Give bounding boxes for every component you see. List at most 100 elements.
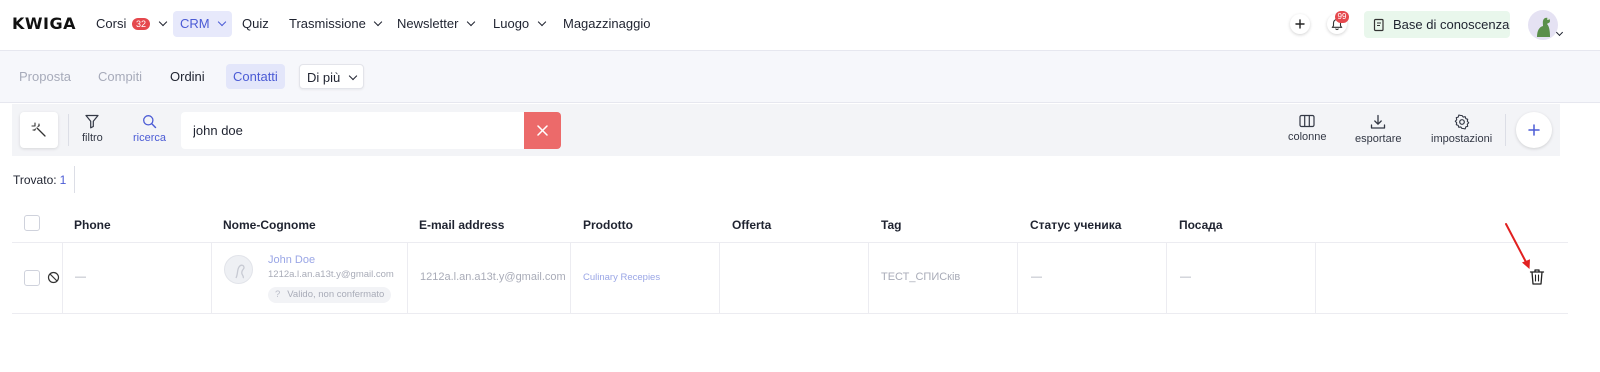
contacts-toolbar: filtro ricerca colonne esportare imposta… xyxy=(12,104,1560,156)
table-row-divider xyxy=(12,313,1568,314)
table-row-divider xyxy=(12,242,1568,243)
search-input[interactable] xyxy=(181,112,525,149)
columns-button[interactable]: colonne xyxy=(1288,114,1327,143)
chevron-down-icon xyxy=(537,17,547,27)
column-header-phone[interactable]: Phone xyxy=(74,218,111,232)
nav-item-label: Quiz xyxy=(242,16,269,31)
top-navigation-bar: KWIGA Corsi 32 CRM Quiz Trasmissione New… xyxy=(0,0,1600,51)
nav-item-label: Newsletter xyxy=(397,16,459,31)
toolbar-divider xyxy=(1505,114,1506,146)
chevron-down-icon xyxy=(374,17,383,27)
app-logo[interactable]: KWIGA xyxy=(12,14,76,33)
smart-actions-button[interactable] xyxy=(20,112,58,148)
cell-phone: — xyxy=(75,271,86,283)
results-count-label: Trovato: xyxy=(13,173,57,187)
search-label: ricerca xyxy=(133,132,167,144)
knowledge-base-button[interactable]: Base di conoscenza xyxy=(1364,11,1510,38)
nav-item-label: Corsi xyxy=(96,16,127,31)
subnav-item-ordini[interactable]: Ordini xyxy=(163,64,212,89)
red-arrow-annotation-icon xyxy=(1505,223,1530,269)
column-header-name[interactable]: Nome-Cognome xyxy=(223,218,316,232)
nav-item-corsi[interactable]: Corsi 32 xyxy=(89,11,173,37)
cell-student-status: — xyxy=(1031,271,1042,283)
email-verification-badge: ? Valido, non confermato xyxy=(268,287,392,303)
filter-icon xyxy=(85,114,99,129)
export-label: esportare xyxy=(1355,133,1402,145)
column-header-tag[interactable]: Tag xyxy=(881,218,901,232)
verification-status: Valido, non confermato xyxy=(287,289,385,300)
settings-label: impostazioni xyxy=(1431,133,1493,145)
cell-product-link[interactable]: Culinary Recepies xyxy=(583,272,660,283)
contact-secondary-email: 1212a.l.an.a13t.y@gmail.com xyxy=(268,269,394,280)
add-contact-button[interactable] xyxy=(1516,112,1552,148)
search-button[interactable]: ricerca xyxy=(133,114,166,144)
subnav-more-label: Di più xyxy=(307,70,341,85)
dinosaur-avatar-icon xyxy=(1537,17,1550,37)
book-icon xyxy=(1373,18,1384,31)
cell-divider xyxy=(719,243,720,313)
clear-search-button[interactable] xyxy=(524,112,561,149)
chevron-down-icon xyxy=(158,17,167,27)
blocked-icon[interactable] xyxy=(47,271,60,284)
column-header-offer[interactable]: Offerta xyxy=(732,218,771,232)
contact-avatar xyxy=(224,255,253,284)
nav-item-trasmissione[interactable]: Trasmissione xyxy=(282,11,388,37)
plus-icon xyxy=(1528,124,1540,136)
chevron-down-icon xyxy=(1555,28,1564,37)
magic-wand-icon xyxy=(31,122,46,137)
question-icon: ? xyxy=(275,289,281,300)
nav-item-luogo[interactable]: Luogo xyxy=(486,11,552,37)
cell-divider xyxy=(1166,243,1167,313)
chevron-down-icon xyxy=(466,17,476,27)
export-button[interactable]: esportare xyxy=(1355,114,1401,145)
cell-tag: ТЕСТ_СПИСків xyxy=(881,271,961,283)
nav-item-label: Luogo xyxy=(493,16,530,31)
nav-item-label: Trasmissione xyxy=(289,16,366,31)
cell-divider xyxy=(62,243,63,313)
nav-item-label: CRM xyxy=(180,16,210,31)
results-count: Trovato: 1 xyxy=(13,173,66,187)
columns-label: colonne xyxy=(1288,131,1327,143)
column-header-position[interactable]: Посада xyxy=(1179,218,1223,232)
download-icon xyxy=(1371,114,1386,129)
knowledge-base-label: Base di conoscenza xyxy=(1393,17,1510,32)
subnav-item-proposta[interactable]: Proposta xyxy=(12,64,78,89)
row-select-checkbox[interactable] xyxy=(24,270,40,286)
nav-item-magazzinaggio[interactable]: Magazzinaggio xyxy=(556,11,657,37)
column-header-email[interactable]: E-mail address xyxy=(419,218,504,232)
notifications-count-badge: 99 xyxy=(1335,11,1349,23)
cell-position: — xyxy=(1180,271,1191,283)
nav-item-crm[interactable]: CRM xyxy=(173,11,233,37)
chevron-down-icon xyxy=(348,71,358,81)
crm-subnavigation: Proposta Compiti Ordini Contatti Di più xyxy=(0,51,1600,103)
search-icon xyxy=(143,115,157,129)
subnav-item-contatti[interactable]: Contatti xyxy=(226,64,285,89)
cell-divider xyxy=(407,243,408,313)
nav-item-label: Magazzinaggio xyxy=(563,16,651,31)
close-icon xyxy=(537,125,548,136)
cell-divider xyxy=(1315,243,1316,313)
cell-divider xyxy=(1017,243,1018,313)
columns-icon xyxy=(1299,114,1315,128)
chevron-down-icon xyxy=(217,17,227,27)
column-header-student-status[interactable]: Статус ученика xyxy=(1030,218,1121,232)
cell-email: 1212a.l.an.a13t.y@gmail.com xyxy=(420,271,566,283)
contact-name-link[interactable]: John Doe xyxy=(268,254,315,266)
select-all-checkbox[interactable] xyxy=(24,215,40,231)
delete-contact-button[interactable] xyxy=(1529,268,1545,286)
column-header-product[interactable]: Prodotto xyxy=(583,218,633,232)
subnav-item-compiti[interactable]: Compiti xyxy=(91,64,149,89)
courses-count-badge: 32 xyxy=(131,18,150,30)
nav-item-newsletter[interactable]: Newsletter xyxy=(390,11,481,37)
plus-icon xyxy=(1295,19,1305,29)
results-count-value: 1 xyxy=(59,173,67,187)
filter-button[interactable]: filtro xyxy=(82,114,103,144)
settings-button[interactable]: impostazioni xyxy=(1431,114,1492,145)
toolbar-divider xyxy=(68,114,69,146)
results-divider xyxy=(74,166,75,193)
user-avatar[interactable] xyxy=(1528,10,1558,40)
user-placeholder-icon xyxy=(235,264,245,279)
nav-item-quiz[interactable]: Quiz xyxy=(235,11,276,37)
subnav-more-dropdown[interactable]: Di più xyxy=(299,64,364,89)
quick-add-button[interactable] xyxy=(1290,14,1310,34)
